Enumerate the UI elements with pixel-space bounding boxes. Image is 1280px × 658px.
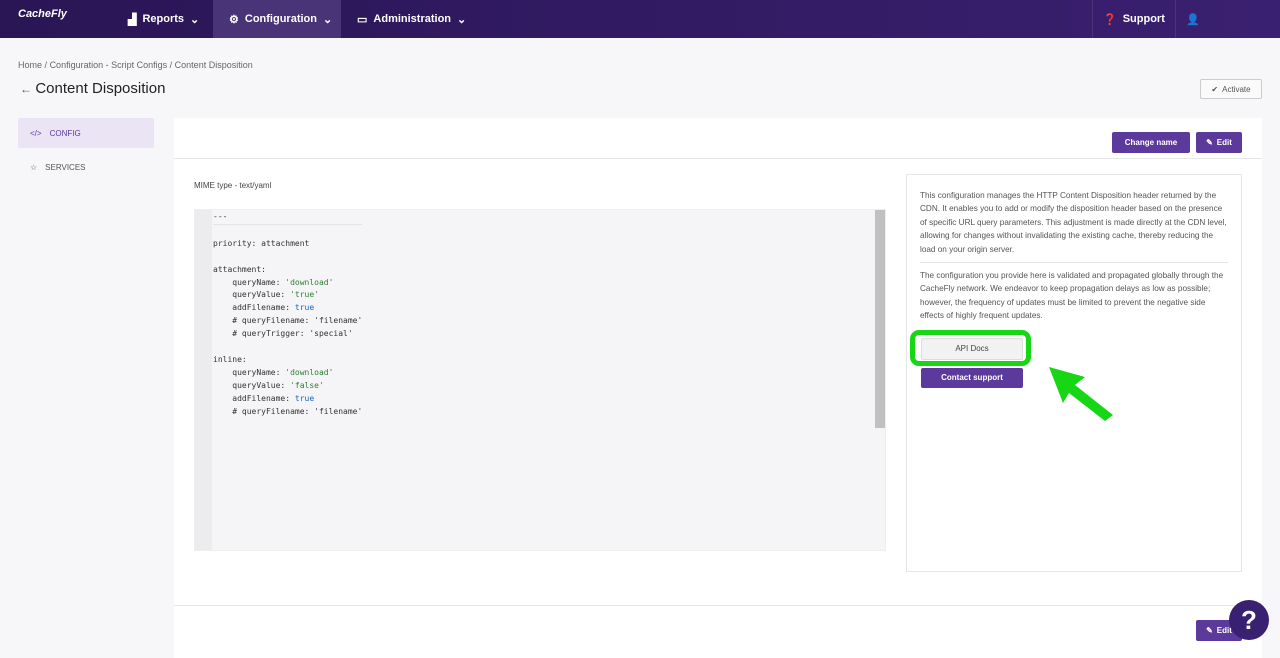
code-line: queryValue: 'true'	[213, 290, 319, 300]
chevron-down-icon: ⌄	[457, 13, 467, 26]
config-panel: Change name ✎ Edit MIME type - text/yaml …	[174, 118, 1262, 658]
top-nav: CacheFly ▟ Reports ⌄ ⚙ Configuration ⌄ ▭ Admi…	[0, 0, 1280, 38]
breadcrumb-script-configs[interactable]: Configuration - Script Configs	[50, 60, 168, 70]
code-line: queryValue: 'false'	[213, 380, 324, 390]
monitor-icon: ▭	[357, 13, 368, 26]
activate-button[interactable]: ✔ Activate	[1200, 79, 1262, 99]
activate-label: Activate	[1222, 84, 1251, 94]
code-line: priority: attachment	[213, 238, 310, 248]
user-menu[interactable]: 👤	[1175, 0, 1200, 38]
support-label: Support	[1122, 13, 1165, 25]
breadcrumb: Home / Configuration - Script Configs / …	[18, 60, 253, 70]
gear-icon: ⚙	[229, 13, 239, 26]
cachefly-logo[interactable]: CacheFly	[18, 8, 67, 20]
user-icon: 👤	[1186, 13, 1200, 26]
button-label: Change name	[1124, 138, 1178, 147]
breadcrumb-current: Content Disposition	[174, 60, 253, 70]
sidebar-label: SERVICES	[45, 162, 86, 172]
description-text: This configuration manages the HTTP Cont…	[920, 191, 1227, 254]
breadcrumb-home[interactable]: Home	[18, 60, 42, 70]
code-line: queryName: 'download'	[213, 367, 334, 377]
chevron-down-icon: ⌄	[190, 13, 200, 26]
code-line: # queryFilename: 'filename'	[213, 316, 363, 326]
star-icon: ☆	[30, 162, 38, 172]
divider	[174, 605, 1262, 606]
chevron-down-icon: ⌄	[322, 13, 333, 26]
support-link[interactable]: ❓ Support	[1092, 0, 1165, 38]
nav-configuration[interactable]: ⚙ Configuration ⌄	[213, 0, 341, 38]
propagation-text: The configuration you provide here is va…	[920, 271, 1224, 321]
separator: /	[169, 60, 173, 70]
sidebar-item-services[interactable]: ☆ SERVICES	[18, 152, 154, 182]
code-line: queryName: 'download'	[213, 277, 334, 287]
line-gutter	[195, 210, 212, 550]
pencil-icon: ✎	[1206, 626, 1213, 635]
code-content[interactable]: --- priority: attachment attachment: que…	[213, 210, 363, 419]
chart-icon: ▟	[128, 13, 137, 26]
back-arrow-icon[interactable]: ←	[20, 82, 35, 96]
help-circle-icon: ❓	[1103, 13, 1117, 26]
code-line: inline:	[213, 354, 247, 364]
code-line: attachment:	[213, 264, 266, 274]
mime-type: MIME type - text/yaml	[194, 181, 272, 190]
nav-label: Configuration	[244, 13, 317, 25]
separator: /	[44, 60, 48, 70]
change-name-button[interactable]: Change name	[1112, 132, 1190, 153]
code-line: ---	[213, 211, 363, 225]
info-box: This configuration manages the HTTP Cont…	[906, 174, 1242, 572]
code-line: addFilename: true	[213, 303, 315, 313]
divider	[920, 262, 1228, 264]
title-text: Content Disposition	[35, 80, 166, 97]
divider	[174, 158, 1262, 159]
pencil-icon: ✎	[1206, 138, 1213, 147]
help-button[interactable]: ?	[1229, 600, 1269, 640]
code-line: addFilename: true	[213, 393, 315, 403]
nav-label: Reports	[142, 13, 185, 25]
nav-administration[interactable]: ▭ Administration ⌄	[341, 0, 482, 38]
yaml-editor[interactable]: --- priority: attachment attachment: que…	[194, 209, 886, 551]
api-docs-button[interactable]: API Docs	[921, 338, 1023, 360]
nav-reports[interactable]: ▟ Reports ⌄	[112, 0, 215, 38]
contact-support-button[interactable]: Contact support	[921, 368, 1023, 388]
code-line: # queryTrigger: 'special'	[213, 329, 353, 339]
nav-label: Administration	[373, 13, 452, 25]
page-title: ← Content Disposition	[20, 80, 165, 97]
arrow-pointer-icon	[1049, 367, 1113, 421]
button-label: Edit	[1216, 138, 1232, 147]
code-line: # queryFilename: 'filename'	[213, 406, 363, 416]
sidebar-label: CONFIG	[49, 128, 81, 138]
scrollbar[interactable]	[875, 210, 885, 428]
code-icon: </>	[30, 128, 42, 138]
edit-button[interactable]: ✎ Edit	[1196, 132, 1242, 153]
sidebar-item-config[interactable]: </> CONFIG	[18, 118, 154, 148]
button-label: Contact support	[941, 373, 1003, 383]
check-circle-icon: ✔	[1211, 84, 1219, 94]
